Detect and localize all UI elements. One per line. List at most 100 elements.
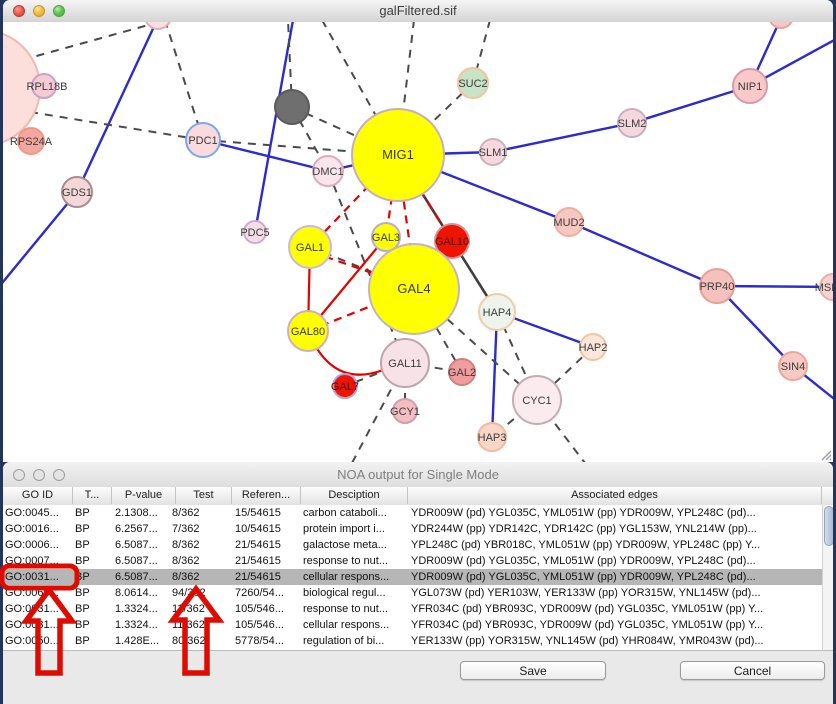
noa-window-titlebar[interactable]: NOA output for Single Mode bbox=[3, 462, 833, 488]
table-cell: carbon cataboli... bbox=[303, 505, 409, 521]
table-cell: regulation of bi... bbox=[303, 633, 409, 649]
resize-grip[interactable] bbox=[819, 448, 832, 461]
table-row[interactable]: GO:0031...BP6.5087...8/36221/54615cellul… bbox=[3, 569, 822, 585]
network-canvas[interactable]: RPL18BRPS24AGDS1PDC1DMC1MIG1SUC2SLM1SLM2… bbox=[3, 22, 833, 462]
column-header-6[interactable]: Associated edges bbox=[408, 487, 822, 504]
network-edge[interactable] bbox=[632, 86, 750, 123]
table-cell: YFR034C (pd) YBR093C, YDR009W (pd) YGL03… bbox=[411, 617, 820, 633]
save-button[interactable]: Save bbox=[460, 661, 606, 680]
table-cell: cellular respons... bbox=[303, 617, 409, 633]
network-edge[interactable] bbox=[165, 22, 203, 140]
table-cell: BP bbox=[75, 633, 113, 649]
table-header: GO IDT...P-valueTestReferen...Desciption… bbox=[3, 487, 833, 506]
table-body: GO:0045...BP2.1308...8/36215/54615carbon… bbox=[3, 505, 833, 650]
table-row[interactable]: GO:0031...BP1.3324...11/362105/546...res… bbox=[3, 601, 822, 617]
network-edge[interactable] bbox=[569, 222, 717, 286]
table-cell: BP bbox=[75, 601, 113, 617]
table-row[interactable]: GO:0050...BP1.428E...80/3625778/54...reg… bbox=[3, 633, 822, 649]
table-cell: BP bbox=[75, 505, 113, 521]
network-edge[interactable] bbox=[77, 22, 158, 192]
node-label-rpl18b: RPL18B bbox=[27, 81, 68, 93]
node-label-gcy1: GCY1 bbox=[390, 406, 420, 418]
table-cell: YDR009W (pd) YGL035C, YML051W (pp) YDR00… bbox=[411, 569, 820, 585]
table-cell: 8/362 bbox=[172, 569, 233, 585]
table-cell: 6.5087... bbox=[115, 569, 170, 585]
table-row[interactable]: GO:0031...BP1.3324...11/362105/546...cel… bbox=[3, 617, 822, 633]
table-cell: BP bbox=[75, 617, 113, 633]
column-header-0[interactable]: GO ID bbox=[3, 487, 73, 504]
table-cell: GO:0050... bbox=[5, 633, 73, 649]
table-cell: GO:0065... bbox=[5, 585, 73, 601]
node-label-hap4: HAP4 bbox=[483, 307, 512, 319]
column-header-1[interactable]: T... bbox=[73, 487, 112, 504]
column-header-3[interactable]: Test bbox=[176, 487, 232, 504]
node-label-prp40: PRP40 bbox=[700, 281, 735, 293]
scrollbar-thumb[interactable] bbox=[824, 506, 833, 546]
table-cell: 15/54615 bbox=[235, 505, 301, 521]
node-label-rps24a: RPS24A bbox=[10, 136, 53, 148]
table-cell: protein import i... bbox=[303, 521, 409, 537]
table-cell: 1.3324... bbox=[115, 617, 170, 633]
table-cell: 6.5087... bbox=[115, 537, 170, 553]
table-cell: 8/362 bbox=[172, 505, 233, 521]
table-cell: 7260/54... bbox=[235, 585, 301, 601]
table-cell: 10/54615 bbox=[235, 521, 301, 537]
node-label-slm1: SLM1 bbox=[479, 147, 508, 159]
table-cell: GO:0006... bbox=[5, 537, 73, 553]
network-window-titlebar[interactable]: galFiltered.sif bbox=[3, 0, 833, 23]
node-label-sin4: SIN4 bbox=[781, 361, 805, 373]
node-top-partial-1[interactable] bbox=[145, 22, 171, 29]
network-edge[interactable] bbox=[493, 123, 632, 152]
node-label-suc2: SUC2 bbox=[458, 78, 487, 90]
table-cell: 105/546... bbox=[235, 601, 301, 617]
node-label-gal1: GAL1 bbox=[296, 242, 324, 254]
node-label-gal7: GAL7 bbox=[331, 381, 359, 393]
network-edge[interactable] bbox=[3, 192, 77, 288]
node-label-nip1: NIP1 bbox=[738, 81, 762, 93]
network-window-title: galFiltered.sif bbox=[3, 3, 833, 18]
table-cell: 8.0614... bbox=[115, 585, 170, 601]
table-cell: GO:0045... bbox=[5, 505, 73, 521]
table-cell: 1.428E... bbox=[115, 633, 170, 649]
table-cell: 6.5087... bbox=[115, 553, 170, 569]
table-cell: 21/54615 bbox=[235, 537, 301, 553]
table-cell: 105/546... bbox=[235, 617, 301, 633]
node-label-gal10: GAL10 bbox=[435, 236, 469, 248]
noa-window-title: NOA output for Single Mode bbox=[3, 467, 833, 482]
table-cell: cellular respons... bbox=[303, 569, 409, 585]
network-edge[interactable] bbox=[30, 112, 203, 140]
network-edge[interactable] bbox=[255, 22, 293, 232]
table-cell: YPL248C (pd) YBR018C, YML051W (pp) YDR00… bbox=[411, 537, 820, 553]
node-label-gds1: GDS1 bbox=[62, 187, 92, 199]
node-label-dmc1: DMC1 bbox=[312, 166, 343, 178]
node-unknown-gray[interactable] bbox=[275, 90, 309, 124]
column-header-4[interactable]: Referen... bbox=[232, 487, 301, 504]
node-top-partial-2[interactable] bbox=[769, 22, 793, 28]
table-cell: YDR244W (pp) YDR142C, YDR142C (pp) YGL15… bbox=[411, 521, 820, 537]
node-label-pdc5: PDC5 bbox=[240, 227, 269, 239]
column-header-5[interactable]: Desciption bbox=[301, 487, 408, 504]
vertical-scrollbar[interactable] bbox=[822, 505, 833, 650]
table-cell: 11/362 bbox=[172, 617, 233, 633]
table-cell: BP bbox=[75, 521, 113, 537]
network-edge[interactable] bbox=[22, 24, 152, 60]
table-cell: GO:0031... bbox=[5, 569, 73, 585]
node-label-gal3: GAL3 bbox=[372, 232, 400, 244]
table-cell: 11/362 bbox=[172, 601, 233, 617]
column-header-2[interactable]: P-value bbox=[112, 487, 176, 504]
table-cell: YER133W (pp) YOR315W, YNL145W (pd) YHR08… bbox=[411, 633, 820, 649]
table-row[interactable]: GO:0016...BP6.2567...7/36210/54615protei… bbox=[3, 521, 822, 537]
table-cell: response to nut... bbox=[303, 601, 409, 617]
table-row[interactable]: GO:0065...BP8.0614...94/3627260/54...bio… bbox=[3, 585, 822, 601]
table-cell: BP bbox=[75, 553, 113, 569]
table-row[interactable]: GO:0007...BP6.5087...8/36221/54615respon… bbox=[3, 553, 822, 569]
table-cell: 7/362 bbox=[172, 521, 233, 537]
node-label-pdc1: PDC1 bbox=[188, 135, 217, 147]
table-row[interactable]: GO:0045...BP2.1308...8/36215/54615carbon… bbox=[3, 505, 822, 521]
cancel-button[interactable]: Cancel bbox=[680, 661, 825, 680]
node-label-mig1: MIG1 bbox=[382, 147, 414, 162]
table-row[interactable]: GO:0006...BP6.5087...8/36221/54615galact… bbox=[3, 537, 822, 553]
table-cell: YDR009W (pd) YGL035C, YML051W (pp) YDR00… bbox=[411, 505, 820, 521]
table-cell: GO:0007... bbox=[5, 553, 73, 569]
table-cell: response to nut... bbox=[303, 553, 409, 569]
